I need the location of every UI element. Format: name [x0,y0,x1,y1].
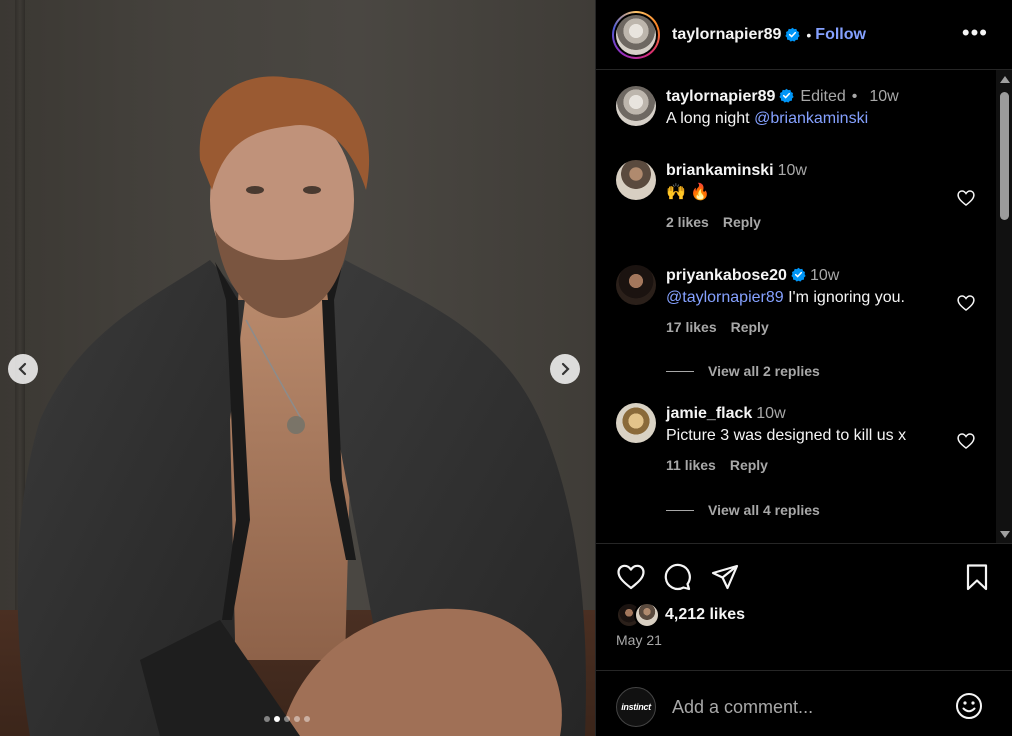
comment-text: 🙌 🔥 [666,184,711,201]
avatar[interactable] [616,160,656,200]
comment-icon[interactable] [662,562,692,592]
scroll-up-icon[interactable] [1000,76,1010,83]
caption-username[interactable]: taylornapier89 [666,88,775,105]
reply-button[interactable]: Reply [731,319,769,335]
scroll-down-icon[interactable] [1000,531,1010,538]
share-icon[interactable] [710,562,740,592]
comment-input[interactable] [672,693,932,721]
comment-likes[interactable]: 11 likes [666,457,716,473]
emoji-icon[interactable] [954,691,984,721]
avatar [634,602,660,628]
heart-icon[interactable] [616,562,646,592]
separator: • [806,26,812,43]
divider [666,370,694,372]
next-slide-button[interactable] [550,354,580,384]
heart-icon[interactable] [956,293,976,313]
comment-likes[interactable]: 2 likes [666,214,709,230]
post-date[interactable]: May 21 [616,632,662,648]
add-comment-bar: instinct [596,670,1012,736]
comment-time[interactable]: 10w [756,405,785,422]
heart-icon[interactable] [956,431,976,451]
caption-text: A long night [666,110,755,127]
comments-list[interactable]: taylornapier89 Edited • 10w A long night @b… [596,70,1012,544]
carousel-dot [294,716,300,722]
caption-mention[interactable]: @briankaminski [754,110,868,127]
viewer-avatar[interactable]: instinct [616,687,656,727]
divider [666,509,694,511]
portrait-figure [17,76,586,736]
view-replies-label: View all 4 replies [708,502,820,518]
view-replies-label: View all 2 replies [708,363,820,379]
separator: • [851,88,858,105]
verified-badge-icon [779,88,795,103]
avatar[interactable] [616,265,656,305]
more-options-icon[interactable]: ••• [962,22,988,44]
liker-avatars [616,602,664,628]
viewer-avatar-label: instinct [621,702,651,712]
comment-username[interactable]: jamie_flack [666,405,752,422]
follow-button[interactable]: Follow [815,26,866,44]
comment-likes[interactable]: 17 likes [666,319,717,335]
likes-count[interactable]: 4,212 likes [665,606,745,624]
post-action-bar [616,558,996,598]
carousel-dot [284,716,290,722]
post-photo[interactable] [0,0,595,736]
post-header: taylornapier89 • Follow ••• [596,0,1012,70]
caption-time[interactable]: 10w [869,88,898,105]
carousel-indicator [264,716,310,722]
reply-button[interactable]: Reply [723,214,761,230]
chevron-left-icon [18,362,27,376]
avatar[interactable] [616,86,656,126]
comment-text: Picture 3 was designed to kill us x [666,427,907,444]
view-replies-button[interactable]: View all 4 replies [666,502,820,518]
edited-label: Edited [800,88,846,105]
heart-icon[interactable] [956,188,976,208]
verified-badge-icon [791,267,806,282]
bookmark-icon[interactable] [962,562,992,592]
author-username[interactable]: taylornapier89 [672,26,781,44]
comment-text: I'm ignoring you. [783,289,905,306]
avatar[interactable] [616,403,656,443]
author-avatar-story-ring[interactable] [612,10,660,59]
previous-slide-button[interactable] [8,354,38,384]
verified-badge-icon [785,27,801,42]
carousel-dot [264,716,270,722]
comment-mention[interactable]: @taylornapier89 [666,289,784,306]
comment-time[interactable]: 10w [810,267,839,284]
view-replies-button[interactable]: View all 2 replies [666,363,820,379]
post-side-panel: taylornapier89 • Follow ••• taylornapier… [595,0,1012,736]
comment-username[interactable]: briankaminski [666,162,774,179]
likes-summary: 4,212 likes [616,602,745,628]
avatar [616,14,656,55]
scroll-thumb[interactable] [1000,92,1009,220]
carousel-dot [304,716,310,722]
reply-button[interactable]: Reply [730,457,768,473]
comments-scrollbar[interactable] [996,70,1012,543]
carousel-dot [274,716,280,722]
comment-username[interactable]: priyankabose20 [666,267,787,284]
comment-time[interactable]: 10w [778,162,807,179]
chevron-right-icon [561,362,570,376]
